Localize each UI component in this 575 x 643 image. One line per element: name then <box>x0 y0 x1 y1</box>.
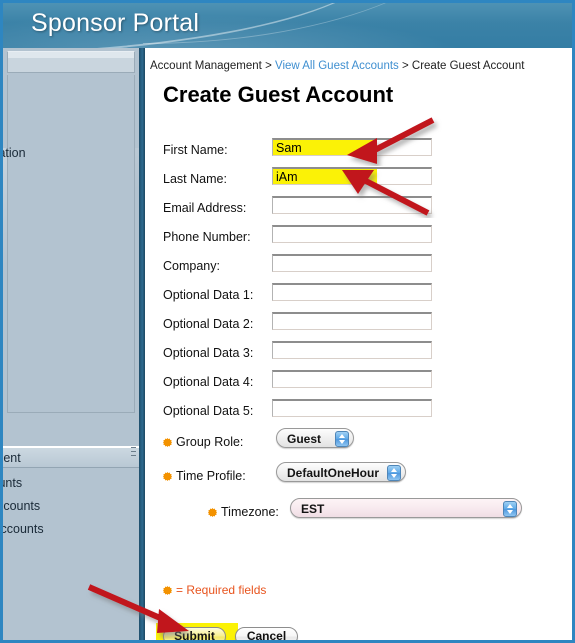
required-gear-icon <box>208 508 217 517</box>
email-address-input[interactable] <box>272 196 432 214</box>
label-phone-number: Phone Number: <box>163 230 251 244</box>
phone-number-input[interactable] <box>272 225 432 243</box>
required-gear-icon <box>163 472 172 481</box>
form-row-company: Company: <box>145 252 572 281</box>
main-content-panel: Account Management > View All Guest Acco… <box>145 48 572 640</box>
breadcrumb-root: Account Management > <box>150 60 275 72</box>
form-row-optional-data-5: Optional Data 5: <box>145 397 572 426</box>
optional-data-2-input[interactable] <box>272 312 432 330</box>
sidebar-top-panel <box>7 51 135 73</box>
label-timezone-text: Timezone: <box>221 505 279 519</box>
required-fields-note: = Required fields <box>163 583 266 597</box>
sidebar-scrollbar-grip[interactable] <box>131 444 137 474</box>
company-input[interactable] <box>272 254 432 272</box>
sidebar-item-customization[interactable]: mization <box>3 146 26 160</box>
sidebar-panel-body <box>7 75 135 413</box>
form-row-optional-data-4: Optional Data 4: <box>145 368 572 397</box>
form-row-email-address: Email Address: <box>145 194 572 223</box>
label-optional-data-5: Optional Data 5: <box>163 404 254 418</box>
breadcrumb-link-view-all-guest-accounts[interactable]: View All Guest Accounts <box>275 60 399 72</box>
chevron-updown-icon <box>503 501 517 517</box>
cancel-button[interactable]: Cancel <box>235 627 298 640</box>
sidebar-item-accounts[interactable]: ccounts <box>3 476 22 490</box>
page-title: Create Guest Account <box>163 82 394 107</box>
group-role-select[interactable]: Guest <box>276 428 354 448</box>
sidebar-item-create-accounts[interactable]: e Accounts <box>3 499 40 513</box>
form-button-bar: Submit Cancel <box>145 622 572 640</box>
submit-button[interactable]: Submit <box>163 627 226 640</box>
chevron-updown-icon <box>387 465 401 481</box>
form-row-last-name: Last Name: <box>145 165 572 194</box>
required-gear-icon <box>163 438 172 447</box>
timezone-value: EST <box>301 502 325 516</box>
first-name-input[interactable] <box>272 138 432 156</box>
label-group-role-text: Group Role: <box>176 435 244 449</box>
label-optional-data-4: Optional Data 4: <box>163 375 254 389</box>
label-email-address: Email Address: <box>163 201 247 215</box>
left-navigation-sidebar: mization gement ccounts e Accounts m Acc… <box>3 48 139 640</box>
label-optional-data-2: Optional Data 2: <box>163 317 254 331</box>
form-row-time-profile: Time Profile: DefaultOneHour <box>145 460 572 494</box>
create-guest-account-form: First Name: Last Name: Email Address: <box>145 136 572 532</box>
time-profile-select[interactable]: DefaultOneHour <box>276 462 406 482</box>
timezone-select[interactable]: EST <box>290 498 522 518</box>
sidebar-group-label: gement <box>3 451 21 465</box>
label-time-profile: Time Profile: <box>163 469 246 483</box>
app-header-banner: Sponsor Portal <box>3 3 572 48</box>
optional-data-1-input[interactable] <box>272 283 432 301</box>
form-row-first-name: First Name: <box>145 136 572 165</box>
label-time-profile-text: Time Profile: <box>176 469 246 483</box>
sponsor-portal-window: Sponsor Portal mization gement ccounts e… <box>0 0 575 643</box>
form-row-timezone: Timezone: EST <box>145 494 572 532</box>
form-row-optional-data-1: Optional Data 1: <box>145 281 572 310</box>
required-gear-icon <box>163 586 172 595</box>
form-row-phone-number: Phone Number: <box>145 223 572 252</box>
app-title: Sponsor Portal <box>31 9 200 37</box>
breadcrumb-current: > Create Guest Account <box>398 60 525 72</box>
last-name-field-wrapper <box>272 167 432 185</box>
sidebar-group-account-management[interactable]: gement <box>3 446 139 468</box>
label-company: Company: <box>163 259 220 273</box>
first-name-field-wrapper <box>272 138 432 156</box>
required-fields-note-text: = Required fields <box>176 583 267 597</box>
label-optional-data-1: Optional Data 1: <box>163 288 254 302</box>
label-group-role: Group Role: <box>163 435 243 449</box>
optional-data-3-input[interactable] <box>272 341 432 359</box>
form-row-optional-data-2: Optional Data 2: <box>145 310 572 339</box>
breadcrumb: Account Management > View All Guest Acco… <box>150 60 524 72</box>
label-optional-data-3: Optional Data 3: <box>163 346 254 360</box>
form-row-optional-data-3: Optional Data 3: <box>145 339 572 368</box>
chevron-updown-icon <box>335 431 349 447</box>
form-row-group-role: Group Role: Guest <box>145 426 572 460</box>
optional-data-5-input[interactable] <box>272 399 432 417</box>
label-timezone: Timezone: <box>208 505 279 519</box>
label-first-name: First Name: <box>163 143 228 157</box>
optional-data-4-input[interactable] <box>272 370 432 388</box>
last-name-input[interactable] <box>272 167 432 185</box>
sidebar-item-random-accounts[interactable]: m Accounts <box>3 522 44 536</box>
label-last-name: Last Name: <box>163 172 227 186</box>
group-role-value: Guest <box>287 432 322 446</box>
time-profile-value: DefaultOneHour <box>287 466 380 480</box>
sidebar-top-panel-bar <box>8 52 134 58</box>
